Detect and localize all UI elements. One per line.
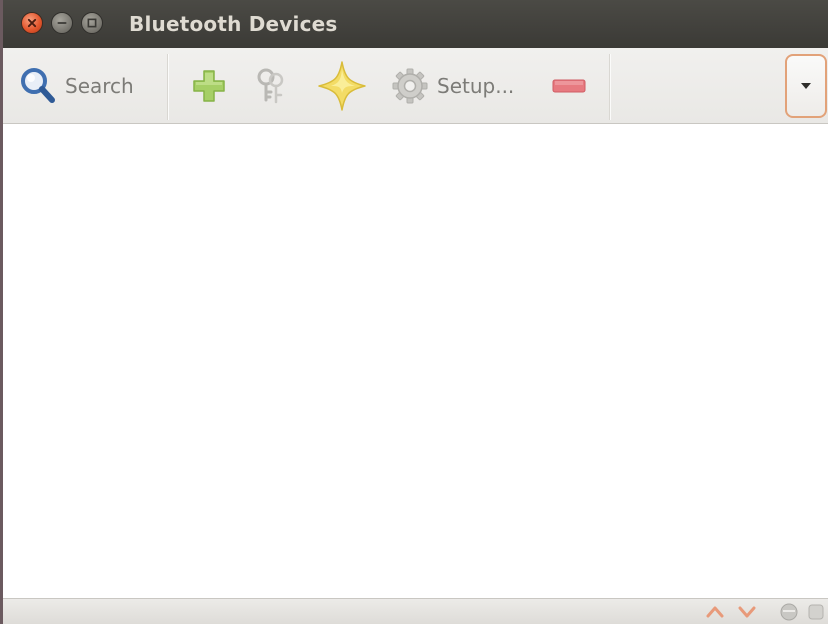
search-label: Search bbox=[65, 74, 134, 98]
minus-icon bbox=[552, 79, 586, 93]
toolbar-separator bbox=[609, 54, 610, 120]
plus-icon bbox=[193, 70, 225, 102]
power-icon bbox=[808, 604, 824, 620]
keys-icon bbox=[257, 68, 284, 104]
toolbar: Search Setup... bbox=[3, 48, 828, 124]
remove-device-button[interactable] bbox=[551, 58, 587, 114]
gear-icon bbox=[392, 68, 428, 104]
trust-device-button[interactable] bbox=[317, 58, 367, 114]
add-device-button[interactable] bbox=[191, 58, 227, 114]
search-button[interactable]: Search bbox=[19, 58, 134, 114]
window-title: Bluetooth Devices bbox=[129, 12, 338, 36]
maximize-icon bbox=[87, 18, 97, 28]
search-icon bbox=[21, 68, 55, 103]
chevron-down-icon bbox=[801, 83, 811, 89]
arrow-down-icon bbox=[738, 606, 756, 618]
star-icon bbox=[318, 61, 366, 111]
arrow-up-icon bbox=[706, 606, 724, 618]
pair-keys-button[interactable] bbox=[253, 58, 289, 114]
toolbar-separator bbox=[167, 54, 168, 120]
status-bar bbox=[3, 598, 828, 624]
close-icon bbox=[27, 18, 37, 28]
toolbar-overflow-button[interactable] bbox=[785, 54, 827, 118]
minimize-icon bbox=[57, 22, 67, 24]
setup-label: Setup... bbox=[437, 74, 515, 98]
setup-button[interactable]: Setup... bbox=[391, 58, 514, 114]
minimize-button[interactable] bbox=[51, 12, 73, 34]
maximize-button[interactable] bbox=[81, 12, 103, 34]
device-list[interactable] bbox=[3, 124, 828, 598]
network-icon bbox=[780, 603, 798, 621]
bluetooth-devices-window: Bluetooth Devices Search Setup... bbox=[0, 0, 828, 624]
title-bar[interactable]: Bluetooth Devices bbox=[3, 0, 828, 48]
close-button[interactable] bbox=[21, 12, 43, 34]
